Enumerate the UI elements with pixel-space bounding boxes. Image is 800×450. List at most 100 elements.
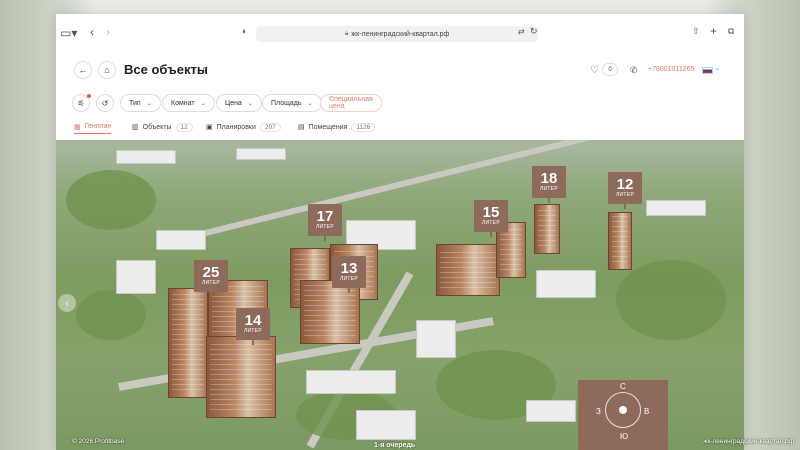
tower-13[interactable] (300, 280, 360, 344)
chevron-down-icon: ⌄ (307, 100, 313, 107)
low-building (356, 410, 416, 440)
chevron-down-icon: ⌄ (200, 100, 206, 107)
back-arrow-icon[interactable]: ‹ (90, 25, 94, 39)
compass-south: Ю (620, 432, 629, 441)
building-label-14[interactable]: 14 ЛИТЕР (236, 308, 270, 345)
search-icon[interactable]: ⌕ (202, 63, 208, 76)
filter-price[interactable]: Цена ⌄ (216, 94, 262, 112)
genplan-map[interactable]: 25 ЛИТЕР 14 ЛИТЕР 17 ЛИТЕР 13 ЛИТЕР 15 Л… (56, 140, 744, 450)
low-building (116, 260, 156, 294)
tab-count: 12 (175, 122, 193, 132)
sidebar-toggle-icon[interactable]: ▭▾ (60, 26, 77, 40)
share-icon[interactable]: ⇧ (692, 26, 700, 37)
building-number: 15 (482, 204, 500, 221)
tab-objects[interactable]: ▥ Объекты 12 (132, 120, 193, 134)
tab-genplan[interactable]: ▦ Генплан (74, 120, 112, 134)
filter-type[interactable]: Тип ⌄ (120, 94, 161, 112)
building-label-17[interactable]: 17 ЛИТЕР (308, 204, 342, 241)
tab-label: Планировки (216, 123, 256, 131)
tab-label: Объекты (142, 123, 172, 131)
chevron-down-icon: ⌄ (146, 100, 152, 107)
building-sub: ЛИТЕР (339, 276, 359, 282)
lock-icon: 🔒︎ (344, 30, 349, 37)
forward-arrow-icon[interactable]: › (106, 25, 110, 39)
filter-area[interactable]: Площадь ⌄ (262, 94, 322, 112)
filter-label: Комнат (171, 99, 195, 107)
low-building (116, 150, 176, 164)
building-sub: ЛИТЕР (615, 192, 635, 198)
tab-count: 207 (259, 122, 281, 132)
building-label-25[interactable]: 25 ЛИТЕР (194, 260, 228, 297)
building-label-12[interactable]: 12 ЛИТЕР (608, 172, 642, 209)
layout-icon: ▣ (206, 124, 213, 131)
chevron-down-icon[interactable]: ⌄ (715, 65, 720, 72)
tabs-overview-icon[interactable]: ⧉ (728, 26, 734, 37)
address-bar[interactable]: 🔒︎ жк-ленинградский-квартал.рф (256, 26, 538, 42)
phone-icon[interactable]: ✆ (630, 65, 638, 76)
reset-icon: ↺ (101, 98, 109, 108)
filter-label: Тип (129, 99, 141, 107)
compass[interactable]: С Ю З В (578, 380, 668, 450)
russian-flag-icon[interactable] (702, 67, 713, 74)
filter-special-price[interactable]: Специальная цена (320, 94, 382, 112)
phone-link[interactable]: +78001011265 (648, 66, 694, 73)
filter-label: Специальная цена (329, 96, 373, 110)
tab-label: Помещения (308, 123, 348, 131)
translate-icon[interactable]: ⇄ (518, 27, 525, 36)
low-building (536, 270, 596, 298)
filter-rooms[interactable]: Комнат ⌄ (162, 94, 215, 112)
address-bar-url: жк-ленинградский-квартал.рф (351, 30, 450, 38)
filter-settings-button[interactable]: ⚟ (72, 94, 91, 112)
reload-icon[interactable]: ↻ (530, 26, 538, 37)
building-sub: ЛИТЕР (201, 280, 221, 286)
tree-cluster (66, 170, 156, 230)
low-building (156, 230, 206, 250)
building-number: 14 (244, 312, 262, 329)
tower-15[interactable] (436, 244, 500, 296)
tower-18[interactable] (534, 204, 560, 254)
copyright-text: © 2026 Profitbase (72, 438, 125, 445)
browser-window: ▭▾ ‹ › ◐ 🔒︎ жк-ленинградский-квартал.рф … (56, 14, 744, 450)
building-label-15[interactable]: 15 ЛИТЕР (474, 200, 508, 237)
tree-cluster (76, 290, 146, 340)
source-watermark: жк-ленинградский-квартал.рф (703, 438, 794, 445)
home-button[interactable]: ⌂ (98, 61, 116, 79)
heart-icon[interactable]: ♡ (590, 65, 599, 76)
tower-25[interactable] (168, 288, 208, 398)
reset-filters-button[interactable]: ↺ (96, 94, 114, 112)
chevron-left-icon: ‹ (65, 297, 69, 309)
back-button[interactable]: ← (74, 61, 92, 79)
map-icon: ▦ (74, 123, 81, 131)
tab-label: Генплан (84, 123, 112, 130)
privacy-shield-icon[interactable]: ◐ (242, 26, 247, 36)
building-icon: ▥ (132, 124, 139, 131)
tab-count: 1126 (351, 122, 376, 132)
tab-layouts[interactable]: ▣ Планировки 207 (206, 120, 281, 134)
tower-12[interactable] (608, 212, 632, 270)
building-sub: ЛИТЕР (315, 224, 335, 230)
compass-west: З (596, 407, 601, 416)
tree-cluster (616, 260, 726, 340)
compass-center (619, 406, 627, 414)
building-sub: ЛИТЕР (243, 328, 263, 334)
low-building (526, 400, 576, 422)
building-label-18[interactable]: 18 ЛИТЕР (532, 166, 566, 203)
building-sub: ЛИТЕР (481, 220, 501, 226)
tower-14[interactable] (206, 336, 276, 418)
map-prev-button[interactable]: ‹ (58, 294, 76, 312)
low-building (236, 148, 286, 160)
building-number: 17 (316, 208, 334, 225)
active-filter-dot (87, 94, 91, 98)
compass-east: В (644, 407, 650, 416)
site-header: ← ⌂ Все объекты ⌕ ♡ 0 ✆ +78001011265 ⌄ (56, 50, 744, 90)
home-icon: ⌂ (104, 65, 110, 75)
tab-premises[interactable]: ▤ Помещения 1126 (298, 120, 376, 134)
new-tab-icon[interactable]: + (710, 24, 717, 38)
building-label-13[interactable]: 13 ЛИТЕР (332, 256, 366, 293)
browser-toolbar: ▭▾ ‹ › ◐ 🔒︎ жк-ленинградский-квартал.рф … (56, 14, 744, 50)
building-number: 18 (540, 170, 558, 187)
premises-icon: ▤ (298, 124, 305, 131)
low-building (416, 320, 456, 358)
favorites-count: 0 (602, 63, 618, 76)
sliders-icon: ⚟ (77, 98, 85, 108)
